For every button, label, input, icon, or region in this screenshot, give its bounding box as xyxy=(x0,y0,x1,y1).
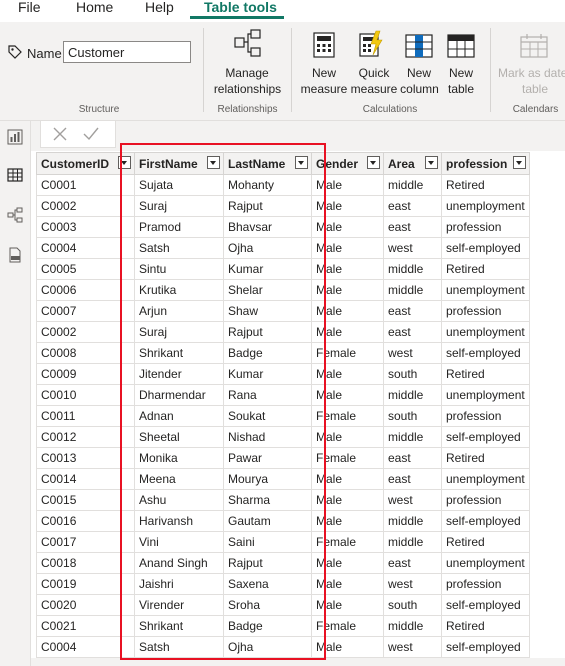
table-cell[interactable]: middle xyxy=(383,384,442,406)
table-cell[interactable]: middle xyxy=(383,510,442,532)
cancel-icon[interactable] xyxy=(53,127,67,141)
table-cell[interactable]: west xyxy=(383,573,442,595)
table-cell[interactable]: east xyxy=(383,447,442,469)
column-header-label: CustomerID xyxy=(41,156,110,171)
menu-help[interactable]: Help xyxy=(145,0,174,14)
table-cell[interactable]: middle xyxy=(383,615,442,637)
menu-bar: File Home Help Table tools xyxy=(0,0,565,22)
table-cell[interactable]: west xyxy=(383,489,442,511)
table-cell[interactable]: profession xyxy=(441,216,530,238)
filter-dropdown-icon[interactable] xyxy=(425,156,438,169)
table-cell[interactable]: Retired xyxy=(441,615,530,637)
table-cell[interactable]: Retired xyxy=(441,447,530,469)
table-cell[interactable]: Retired xyxy=(441,531,530,553)
new-column-icon xyxy=(405,34,433,58)
calendar-icon xyxy=(520,34,548,58)
name-label: Name xyxy=(27,46,62,61)
menu-table-tools[interactable]: Table tools xyxy=(204,0,277,14)
table-cell[interactable]: east xyxy=(383,321,442,343)
column-header-label: profession xyxy=(446,156,508,171)
manage-relationships-label-2: relationships xyxy=(213,82,282,96)
table-cell[interactable]: east xyxy=(383,468,442,490)
filter-dropdown-icon[interactable] xyxy=(513,156,526,169)
table-cell[interactable]: west xyxy=(383,342,442,364)
active-tab-indicator xyxy=(190,16,284,19)
table-cell[interactable]: profession xyxy=(441,573,530,595)
table-cell[interactable]: east xyxy=(383,216,442,238)
quick-measure-label-1: Quick xyxy=(358,66,390,80)
new-column-label-2: column xyxy=(400,82,439,96)
table-cell[interactable]: self-employed xyxy=(441,426,530,448)
table-cell[interactable]: Retired xyxy=(441,174,530,196)
table-cell[interactable]: unemployment xyxy=(441,195,530,217)
new-measure-label-1: New xyxy=(311,66,336,80)
table-cell[interactable]: east xyxy=(383,552,442,574)
table-cell[interactable]: unemployment xyxy=(441,468,530,490)
table-cell[interactable]: unemployment xyxy=(441,384,530,406)
group-label-calendars: Calendars xyxy=(512,104,559,115)
manage-relationships-label-1: Manage xyxy=(225,66,269,80)
table-cell[interactable]: east xyxy=(383,195,442,217)
group-label-relationships: Relationships xyxy=(217,104,278,115)
quick-measure-label-2: measure xyxy=(350,82,398,96)
model-view-icon[interactable] xyxy=(7,207,23,223)
mark-as-date-label-1: Mark as date xyxy=(498,66,565,80)
column-header-area[interactable]: Area xyxy=(383,152,442,175)
table-cell[interactable]: west xyxy=(383,237,442,259)
menu-home[interactable]: Home xyxy=(76,0,113,14)
dax-query-icon[interactable] xyxy=(7,247,23,263)
table-cell[interactable]: profession xyxy=(441,489,530,511)
table-cell[interactable]: Retired xyxy=(441,363,530,385)
table-cell[interactable]: profession xyxy=(441,300,530,322)
table-view-icon[interactable] xyxy=(7,167,23,183)
new-column-label-1: New xyxy=(406,66,431,80)
formula-commit-box xyxy=(40,120,116,148)
table-cell[interactable]: self-employed xyxy=(441,342,530,364)
table-cell[interactable]: self-employed xyxy=(441,636,530,658)
group-separator xyxy=(291,28,292,112)
view-rail xyxy=(0,121,31,666)
relationships-icon xyxy=(234,29,261,57)
table-cell[interactable]: south xyxy=(383,405,442,427)
table-cell[interactable]: middle xyxy=(383,426,442,448)
tag-icon xyxy=(8,45,22,59)
new-table-icon xyxy=(447,34,475,58)
table-name-input[interactable]: Customer xyxy=(63,41,191,63)
table-cell[interactable]: middle xyxy=(383,279,442,301)
new-table-label-1: New xyxy=(448,66,473,80)
table-cell[interactable]: east xyxy=(383,300,442,322)
table-cell[interactable]: west xyxy=(383,636,442,658)
table-cell[interactable]: middle xyxy=(383,174,442,196)
table-cell[interactable]: south xyxy=(383,594,442,616)
table-cell[interactable]: unemployment xyxy=(441,321,530,343)
commit-icon[interactable] xyxy=(83,127,99,141)
table-cell[interactable]: middle xyxy=(383,531,442,553)
menu-file[interactable]: File xyxy=(18,0,41,14)
calculator-icon xyxy=(313,32,335,58)
filter-dropdown-icon[interactable] xyxy=(367,156,380,169)
highlight-box xyxy=(120,143,326,660)
new-table-label-2: table xyxy=(447,82,475,96)
group-label-calculations: Calculations xyxy=(362,104,418,115)
table-cell[interactable]: self-employed xyxy=(441,510,530,532)
quick-measure-icon xyxy=(359,30,383,57)
group-label-structure: Structure xyxy=(78,104,120,115)
report-view-icon[interactable] xyxy=(7,129,23,145)
mark-as-date-label-2: table xyxy=(521,82,549,96)
column-header-profession[interactable]: profession xyxy=(441,152,530,175)
table-cell[interactable]: self-employed xyxy=(441,237,530,259)
table-cell[interactable]: profession xyxy=(441,405,530,427)
table-cell[interactable]: south xyxy=(383,363,442,385)
table-cell[interactable]: Retired xyxy=(441,258,530,280)
group-separator xyxy=(490,28,491,112)
new-measure-label-2: measure xyxy=(300,82,348,96)
group-separator xyxy=(203,28,204,112)
table-cell[interactable]: self-employed xyxy=(441,594,530,616)
table-cell[interactable]: unemployment xyxy=(441,552,530,574)
table-cell[interactable]: unemployment xyxy=(441,279,530,301)
ribbon: Name Customer Structure Manage relations… xyxy=(0,22,565,121)
column-header-label: Area xyxy=(388,156,415,171)
table-cell[interactable]: middle xyxy=(383,258,442,280)
